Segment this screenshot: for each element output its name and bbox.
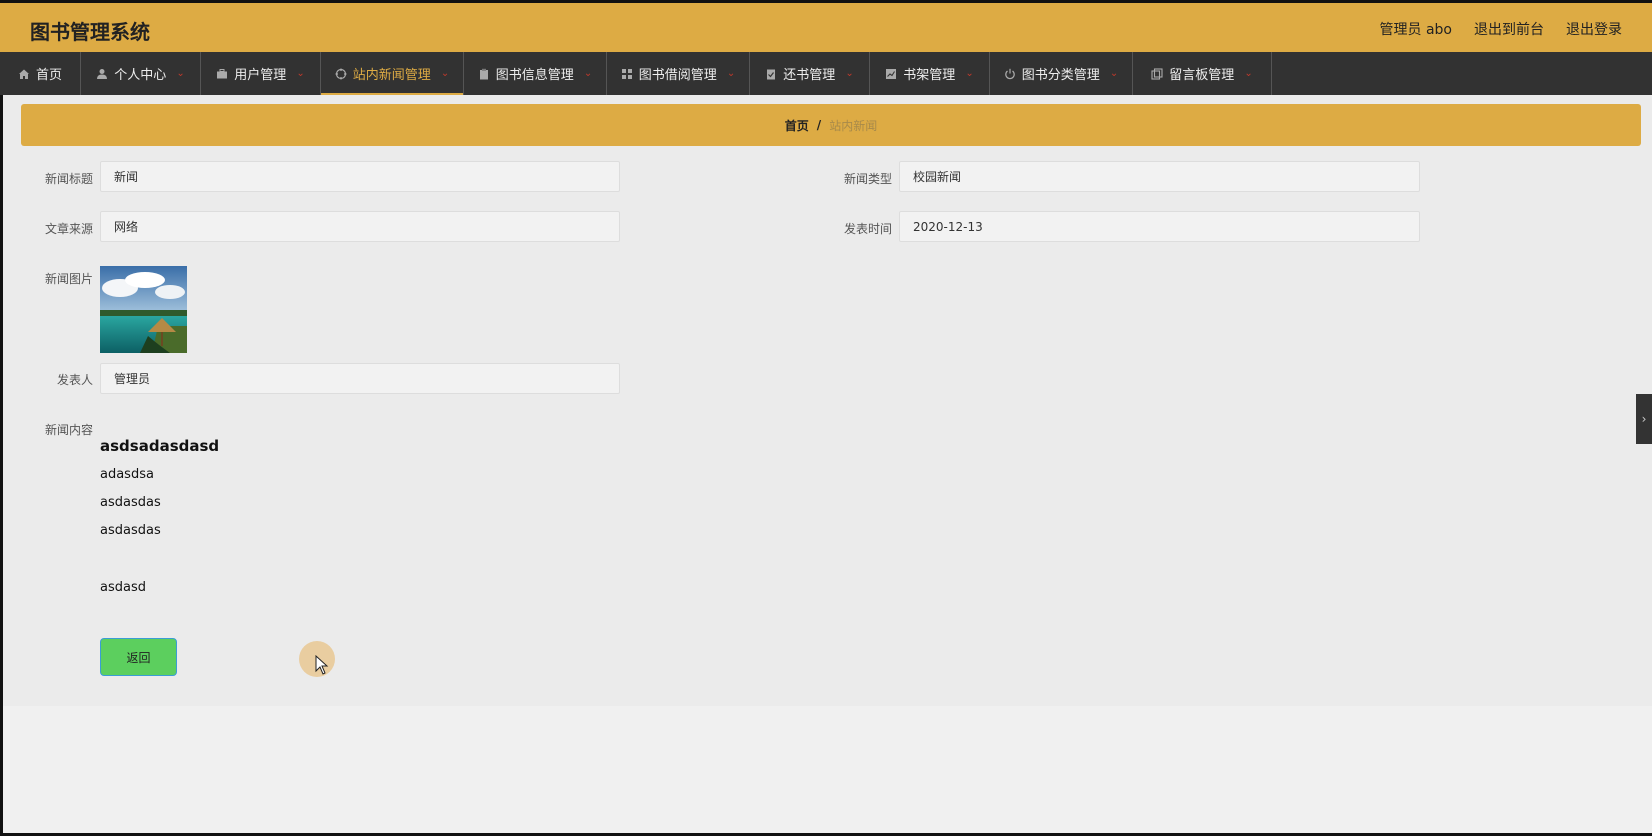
chevron-down-icon: ⌄ xyxy=(726,68,736,79)
news-content-paragraph: asdasdas xyxy=(100,523,161,538)
chevron-down-icon: ⌄ xyxy=(176,68,185,79)
nav-label: 站内新闻管理 xyxy=(352,68,431,83)
chevron-down-icon: ⌄ xyxy=(845,68,854,79)
main-content: 首页 / 站内新闻 新闻标题 新闻 新闻类型 校园新闻 文章来源 网络 发表时间… xyxy=(3,95,1652,706)
news-content-paragraph xyxy=(100,551,219,567)
nav-item-book-info[interactable]: 图书信息管理 ⌄ xyxy=(464,52,607,95)
news-content-paragraph: asdasd xyxy=(100,580,146,595)
breadcrumb-home[interactable]: 首页 xyxy=(785,117,809,134)
home-icon xyxy=(18,68,30,80)
mouse-cursor-icon xyxy=(315,655,329,675)
chevron-down-icon: ⌄ xyxy=(1244,68,1253,79)
nav-item-personal-center[interactable]: 个人中心 ⌄ xyxy=(81,52,201,95)
nav-item-message-board[interactable]: 留言板管理 ⌄ xyxy=(1133,52,1272,95)
nav-label: 首页 xyxy=(35,68,62,83)
news-content-body: asdsadasdasd adasdsa asdasdas asdasdas a… xyxy=(100,437,219,608)
nav-label: 个人中心 xyxy=(114,68,167,83)
publish-date-label: 发表时间 xyxy=(843,222,892,236)
logout-link[interactable]: 退出登录 xyxy=(1566,19,1622,39)
breadcrumb: 首页 / 站内新闻 xyxy=(21,104,1641,146)
checklist-icon xyxy=(765,68,777,80)
news-content-paragraph: asdasdas xyxy=(100,495,161,510)
nav-item-news-management[interactable]: 站内新闻管理 ⌄ xyxy=(321,52,464,95)
admin-user-link[interactable]: 管理员 abo xyxy=(1380,19,1452,39)
back-button[interactable]: 返回 xyxy=(100,638,177,676)
app-title: 图书管理系统 xyxy=(30,20,150,44)
copy-icon xyxy=(1151,67,1163,80)
news-content-paragraph: adasdsa xyxy=(100,467,154,482)
chart-icon xyxy=(885,68,897,80)
top-links: 管理员 abo 退出到前台 退出登录 xyxy=(1380,19,1622,39)
user-icon xyxy=(96,68,108,80)
grid-icon xyxy=(621,68,633,80)
nav-item-home[interactable]: 首页 xyxy=(0,52,81,95)
nav-item-category[interactable]: 图书分类管理 ⌄ xyxy=(990,52,1133,95)
chevron-right-icon: › xyxy=(1641,412,1647,426)
article-source-label: 文章来源 xyxy=(44,222,93,236)
nav-label: 还书管理 xyxy=(783,68,836,83)
news-content-label: 新闻内容 xyxy=(44,423,93,437)
chevron-down-icon: ⌄ xyxy=(583,68,593,79)
side-panel-toggle[interactable]: › xyxy=(1636,394,1652,444)
clipboard-icon xyxy=(478,68,490,80)
author-field[interactable]: 管理员 xyxy=(100,363,620,394)
nav-label: 用户管理 xyxy=(234,68,287,83)
article-source-field[interactable]: 网络 xyxy=(100,211,620,242)
nav-label: 图书借阅管理 xyxy=(638,68,717,83)
nav-label: 留言板管理 xyxy=(1169,68,1235,83)
news-type-label: 新闻类型 xyxy=(843,172,892,186)
exit-to-frontend-link[interactable]: 退出到前台 xyxy=(1474,19,1544,39)
crosshair-icon xyxy=(335,68,347,80)
publish-date-field[interactable]: 2020-12-13 xyxy=(899,211,1420,242)
chevron-down-icon: ⌄ xyxy=(440,68,450,79)
author-label: 发表人 xyxy=(56,373,93,387)
news-image-label: 新闻图片 xyxy=(44,272,93,286)
nav-item-user-management[interactable]: 用户管理 ⌄ xyxy=(201,52,321,95)
chevron-down-icon: ⌄ xyxy=(296,68,305,79)
nav-item-return[interactable]: 还书管理 ⌄ xyxy=(750,52,870,95)
nav-item-bookshelf[interactable]: 书架管理 ⌄ xyxy=(870,52,990,95)
nav-label: 图书分类管理 xyxy=(1021,68,1100,83)
breadcrumb-separator: / xyxy=(816,118,822,132)
chevron-down-icon: ⌄ xyxy=(1109,68,1119,79)
briefcase-icon xyxy=(216,68,228,80)
news-content-heading: asdsadasdasd xyxy=(100,437,220,455)
nav-label: 图书信息管理 xyxy=(495,68,574,83)
news-title-field[interactable]: 新闻 xyxy=(100,161,620,192)
news-type-field[interactable]: 校园新闻 xyxy=(899,161,1420,192)
main-nav: 首页 个人中心 ⌄ 用户管理 ⌄ 站内新闻管理 ⌄ 图书信息管理 ⌄ 图书借阅管… xyxy=(0,52,1652,95)
power-icon xyxy=(1004,68,1016,80)
nav-item-borrow[interactable]: 图书借阅管理 ⌄ xyxy=(607,52,750,95)
nav-label: 书架管理 xyxy=(903,68,956,83)
breadcrumb-current: 站内新闻 xyxy=(829,118,878,133)
chevron-down-icon: ⌄ xyxy=(965,68,974,79)
news-title-label: 新闻标题 xyxy=(44,172,93,186)
news-image xyxy=(100,266,187,353)
header-bar: 图书管理系统 管理员 abo 退出到前台 退出登录 xyxy=(0,3,1652,52)
